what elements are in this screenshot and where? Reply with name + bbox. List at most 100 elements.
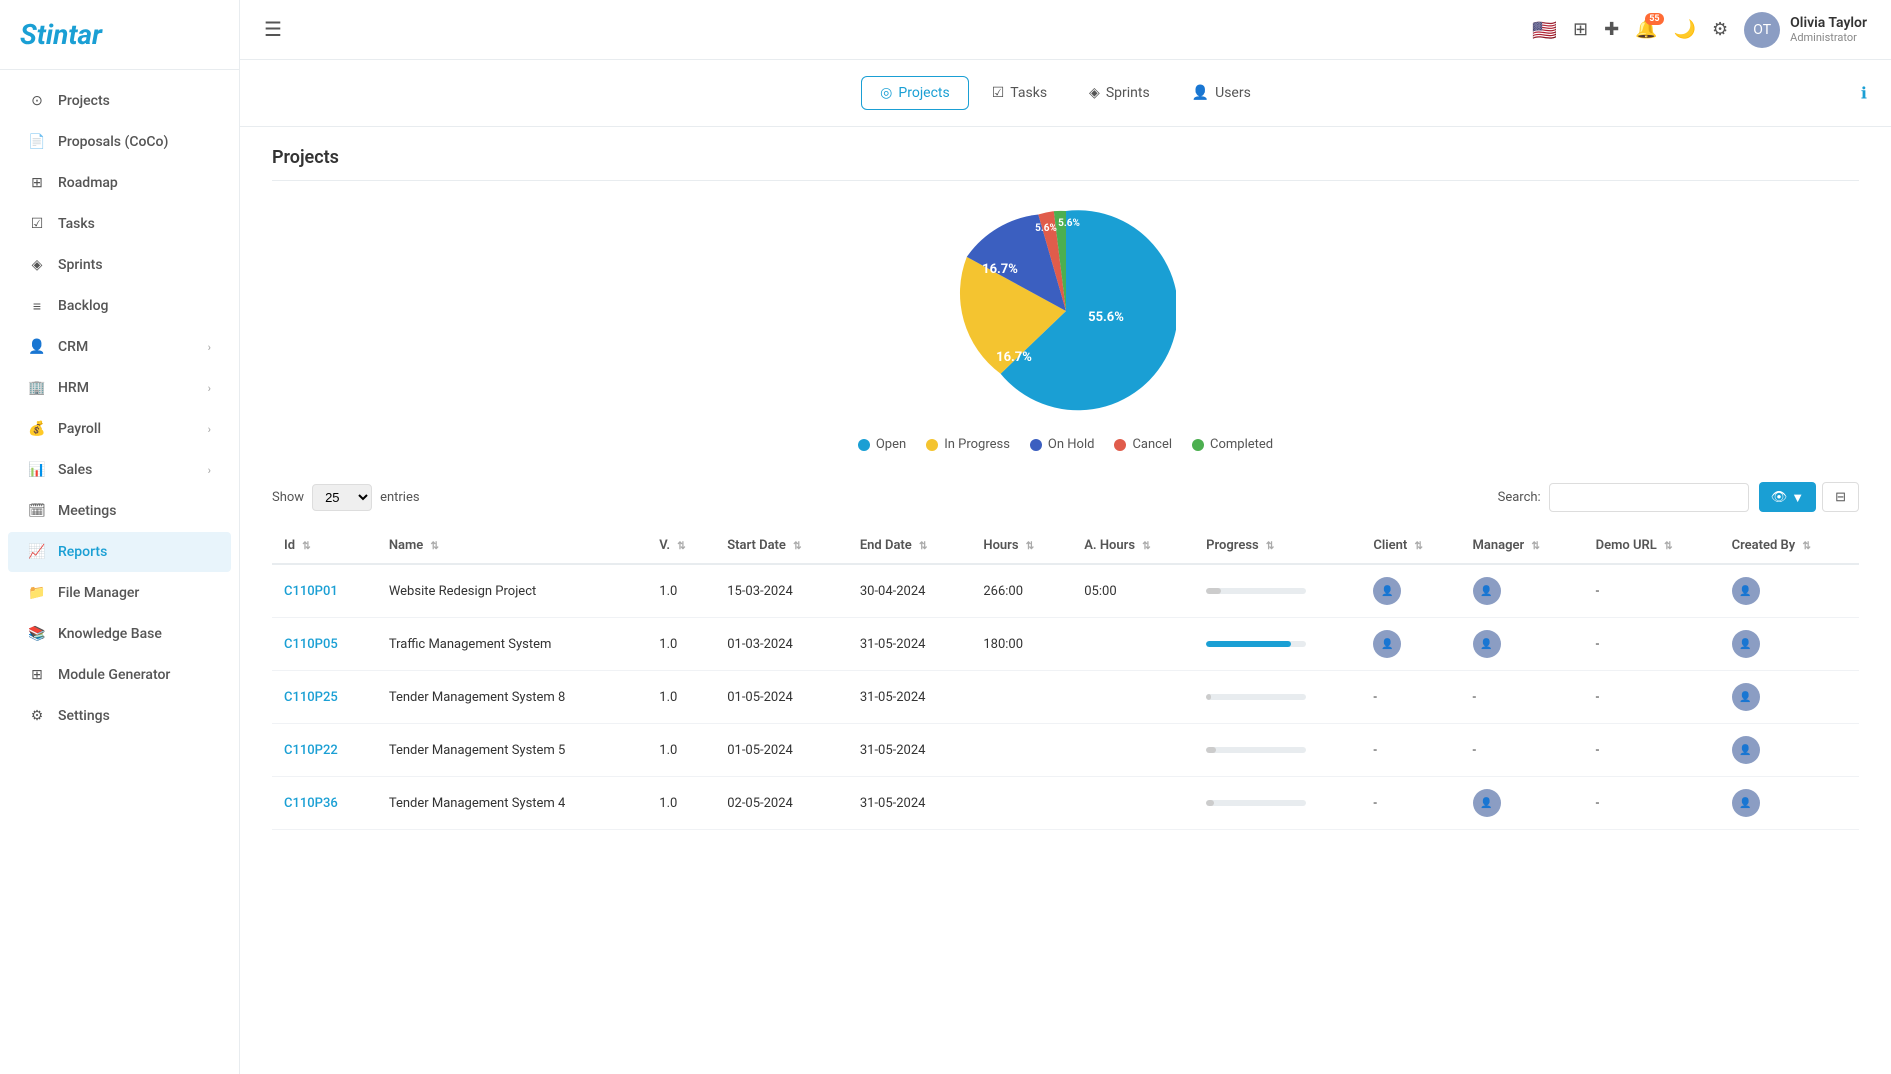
settings-icon[interactable]: ⚙ <box>1712 19 1728 40</box>
project-id-link[interactable]: C110P22 <box>284 743 338 758</box>
search-area: Search: <box>1498 483 1749 512</box>
sidebar-item-crm[interactable]: 👤 CRM › <box>8 327 231 367</box>
col-client[interactable]: Client ⇅ <box>1361 528 1460 564</box>
col-name[interactable]: Name ⇅ <box>377 528 647 564</box>
progress-bar-container <box>1206 800 1306 806</box>
cell-manager: 👤 <box>1461 564 1584 618</box>
sidebar-item-label-sprints: Sprints <box>58 257 103 273</box>
menu-toggle-button[interactable]: ☰ <box>264 17 282 42</box>
cell-name: Tender Management System 5 <box>377 724 647 777</box>
search-input[interactable] <box>1549 483 1749 512</box>
dash: - <box>1473 690 1477 705</box>
notification-icon[interactable]: 🔔 55 <box>1635 19 1657 40</box>
dash: - <box>1596 743 1600 758</box>
col-id[interactable]: Id ⇅ <box>272 528 377 564</box>
user-profile[interactable]: OT Olivia Taylor Administrator <box>1744 12 1867 48</box>
sidebar-item-sales[interactable]: 📊 Sales › <box>8 450 231 490</box>
sidebar-item-meetings[interactable]: 🗓 Meetings <box>8 491 231 531</box>
cell-name: Website Redesign Project <box>377 564 647 618</box>
cell-demo-url: - <box>1584 618 1720 671</box>
sidebar-item-label-knowledge-base: Knowledge Base <box>58 626 162 642</box>
sort-icon-progress: ⇅ <box>1266 541 1274 552</box>
sidebar-item-backlog[interactable]: ≡ Backlog <box>8 286 231 326</box>
avatar: 👤 <box>1732 577 1760 605</box>
cell-end-date: 30-04-2024 <box>848 564 972 618</box>
tab-users[interactable]: 👤 Users <box>1173 76 1270 110</box>
col-hours[interactable]: Hours ⇅ <box>971 528 1072 564</box>
progress-bar-container <box>1206 694 1306 700</box>
logo[interactable]: Stintar <box>0 0 239 70</box>
col-created-by[interactable]: Created By ⇅ <box>1720 528 1859 564</box>
sidebar-item-sprints[interactable]: ◈ Sprints <box>8 245 231 285</box>
legend-label-onhold: On Hold <box>1048 437 1095 452</box>
sort-icon-end: ⇅ <box>919 541 927 552</box>
cell-manager: - <box>1461 671 1584 724</box>
col-progress[interactable]: Progress ⇅ <box>1194 528 1361 564</box>
sort-icon-start: ⇅ <box>793 541 801 552</box>
crm-icon: 👤 <box>28 338 46 356</box>
sidebar-item-file-manager[interactable]: 📁 File Manager <box>8 573 231 613</box>
tab-tasks[interactable]: ☑ Tasks <box>973 76 1066 110</box>
apps-icon[interactable]: ⊞ <box>1573 19 1588 40</box>
pie-chart: 55.6% 16.7% 16.7% 5.6% 5.6% <box>956 201 1176 421</box>
tab-sprints[interactable]: ◈ Sprints <box>1070 76 1169 110</box>
cell-id: C110P25 <box>272 671 377 724</box>
cell-a-hours <box>1072 777 1194 830</box>
show-label: Show <box>272 490 304 505</box>
sidebar-item-module-generator[interactable]: ⊞ Module Generator <box>8 655 231 695</box>
search-label: Search: <box>1498 490 1541 505</box>
col-a-hours[interactable]: A. Hours ⇅ <box>1072 528 1194 564</box>
col-v[interactable]: V. ⇅ <box>647 528 715 564</box>
main-area: ☰ 🇺🇸 ⊞ ✚ 🔔 55 🌙 ⚙ OT Olivia Taylor Admin… <box>240 0 1891 1074</box>
project-id-link[interactable]: C110P01 <box>284 584 338 599</box>
sidebar-item-projects[interactable]: ⊙ Projects <box>8 81 231 121</box>
sidebar-item-label-projects: Projects <box>58 93 110 109</box>
cell-client: 👤 <box>1361 618 1460 671</box>
sidebar-item-label-reports: Reports <box>58 544 107 560</box>
tab-projects[interactable]: ◎ Projects <box>861 76 969 110</box>
avatar: 👤 <box>1473 789 1501 817</box>
sidebar-item-tasks[interactable]: ☑ Tasks <box>8 204 231 244</box>
sidebar-item-label-tasks: Tasks <box>58 216 95 232</box>
sort-icon-client: ⇅ <box>1415 541 1423 552</box>
filter-button[interactable]: 👁 ▼ <box>1759 482 1816 512</box>
theme-toggle-icon[interactable]: 🌙 <box>1674 19 1696 40</box>
info-icon[interactable]: ℹ <box>1861 84 1867 103</box>
sidebar-item-knowledge-base[interactable]: 📚 Knowledge Base <box>8 614 231 654</box>
reports-icon: 📈 <box>28 543 46 561</box>
sidebar-item-proposals[interactable]: 📄 Proposals (CoCo) <box>8 122 231 162</box>
tab-projects-label: Projects <box>898 85 949 101</box>
project-id-link[interactable]: C110P36 <box>284 796 338 811</box>
file-manager-icon: 📁 <box>28 584 46 602</box>
sidebar-item-hrm[interactable]: 🏢 HRM › <box>8 368 231 408</box>
legend-dot-completed <box>1192 439 1204 451</box>
sidebar-item-label-meetings: Meetings <box>58 503 116 519</box>
sidebar-item-roadmap[interactable]: ⊞ Roadmap <box>8 163 231 203</box>
avatar: OT <box>1744 12 1780 48</box>
legend-label-completed: Completed <box>1210 437 1273 452</box>
entries-select[interactable]: 25 50 100 <box>312 484 372 511</box>
sort-icon-name: ⇅ <box>431 541 439 552</box>
module-generator-icon: ⊞ <box>28 666 46 684</box>
chart-container: 55.6% 16.7% 16.7% 5.6% 5.6% Open In Prog <box>272 201 1859 452</box>
tab-projects-icon: ◎ <box>880 85 892 101</box>
cell-demo-url: - <box>1584 671 1720 724</box>
sidebar-item-settings[interactable]: ⚙ Settings <box>8 696 231 736</box>
language-flag-icon[interactable]: 🇺🇸 <box>1532 18 1557 42</box>
backlog-icon: ≡ <box>28 297 46 315</box>
cell-hours <box>971 724 1072 777</box>
sidebar-item-payroll[interactable]: 💰 Payroll › <box>8 409 231 449</box>
col-end-date[interactable]: End Date ⇅ <box>848 528 972 564</box>
project-id-link[interactable]: C110P05 <box>284 637 338 652</box>
export-button[interactable]: ⊟ <box>1822 482 1859 512</box>
show-entries: Show 25 50 100 entries <box>272 484 420 511</box>
col-manager[interactable]: Manager ⇅ <box>1461 528 1584 564</box>
arrow-icon-payroll: › <box>208 423 211 436</box>
plus-icon[interactable]: ✚ <box>1604 19 1619 40</box>
col-demo-url[interactable]: Demo URL ⇅ <box>1584 528 1720 564</box>
sidebar-item-label-crm: CRM <box>58 339 88 355</box>
project-id-link[interactable]: C110P25 <box>284 690 338 705</box>
app-name: Stintar <box>20 18 219 51</box>
col-start-date[interactable]: Start Date ⇅ <box>715 528 848 564</box>
sidebar-item-reports[interactable]: 📈 Reports <box>8 532 231 572</box>
